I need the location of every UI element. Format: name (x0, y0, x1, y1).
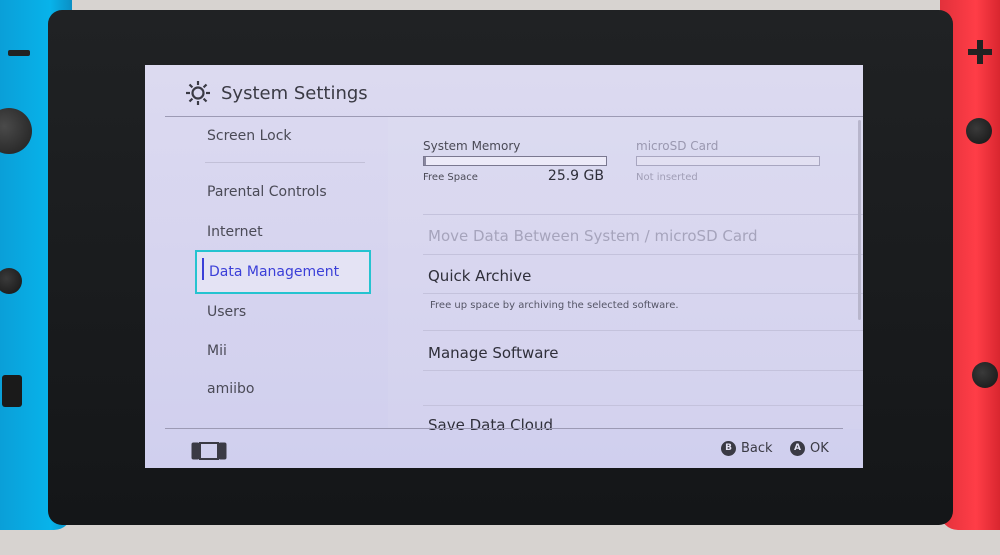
sidebar-item-internet[interactable]: Internet (195, 213, 371, 251)
scrollbar[interactable] (858, 120, 861, 320)
back-hint[interactable]: B Back (721, 439, 773, 457)
microsd-status: Not inserted (636, 172, 698, 183)
b-button-icon: B (721, 440, 736, 456)
system-memory-title: System Memory (423, 139, 521, 153)
header: System Settings (145, 65, 863, 117)
left-stick (0, 108, 32, 154)
content-divider (423, 254, 863, 255)
quick-archive-item[interactable]: Quick Archive (428, 267, 531, 285)
console-icon (191, 442, 227, 460)
system-memory: System Memory Free Space 25.9 GB (423, 139, 608, 188)
move-data-item[interactable]: Move Data Between System / microSD Card (428, 227, 757, 245)
free-space-value: 25.9 GB (547, 168, 604, 184)
sidebar: Screen Lock Parental Controls Internet D… (145, 117, 385, 429)
content-divider (423, 370, 863, 371)
settings-screen: System Settings Screen Lock Parental Con… (145, 65, 863, 468)
page-title: System Settings (221, 83, 368, 104)
system-memory-bar (423, 156, 607, 166)
sidebar-item-data-management[interactable]: Data Management (195, 250, 371, 294)
capture-button (2, 375, 22, 407)
ok-hint[interactable]: A OK (790, 439, 829, 457)
minus-button (8, 50, 30, 56)
sidebar-item-mii[interactable]: Mii (195, 332, 371, 370)
plus-button (968, 40, 992, 64)
manage-software-item[interactable]: Manage Software (428, 344, 558, 362)
gear-icon (186, 81, 210, 105)
right-button (966, 118, 992, 144)
back-label: Back (741, 440, 773, 456)
footer: B Back A OK (145, 429, 863, 468)
sidebar-item-screen-lock[interactable]: Screen Lock (195, 117, 371, 155)
sidebar-item-users[interactable]: Users (195, 293, 371, 331)
left-button (0, 268, 22, 294)
home-button (972, 362, 998, 388)
ok-label: OK (810, 440, 829, 456)
microsd-bar (636, 156, 820, 166)
microsd-card: microSD Card Not inserted (636, 139, 821, 188)
content-divider (423, 330, 863, 331)
microsd-title: microSD Card (636, 139, 719, 153)
a-button-icon: A (790, 440, 805, 456)
content-pane: System Memory Free Space 25.9 GB microSD… (388, 117, 863, 434)
sidebar-item-amiibo[interactable]: amiibo (195, 370, 371, 408)
content-divider (423, 214, 863, 215)
system-memory-fill (424, 157, 426, 165)
sidebar-divider (205, 162, 365, 163)
content-divider (423, 405, 863, 406)
free-space-label: Free Space (423, 172, 478, 183)
sidebar-item-parental-controls[interactable]: Parental Controls (195, 173, 371, 211)
content-divider (423, 293, 863, 294)
system-memory-info: Free Space 25.9 GB (423, 168, 608, 188)
quick-archive-description: Free up space by archiving the selected … (430, 300, 679, 311)
